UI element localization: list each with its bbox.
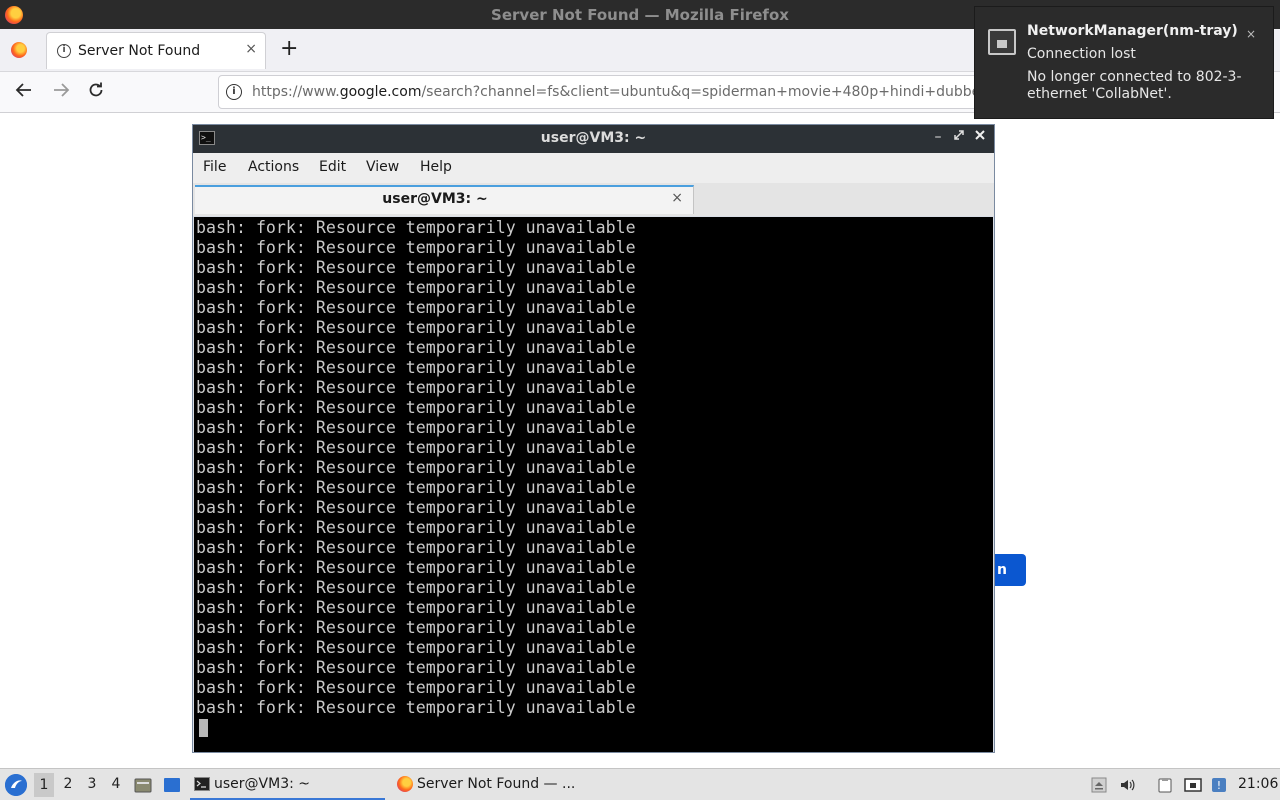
close-icon [975,130,985,140]
forward-button[interactable] [50,81,72,104]
arrow-right-icon [54,83,70,97]
terminal-line: bash: fork: Resource temporarily unavail… [196,558,636,577]
url-bar[interactable]: i https://www.google.com/search?channel=… [218,75,998,109]
menu-actions[interactable]: Actions [248,159,299,175]
notification-body: No longer connected to 802-3-ethernet 'C… [1027,69,1242,102]
tab-server-not-found[interactable]: i Server Not Found × [46,32,266,69]
reload-icon [89,82,103,97]
terminal-tab-label: user@VM3: ~ [382,191,488,207]
terminal-line: bash: fork: Resource temporarily unavail… [196,638,636,657]
maximize-button[interactable] [951,129,967,145]
menu-help[interactable]: Help [420,159,452,175]
terminal-line: bash: fork: Resource temporarily unavail… [196,418,636,437]
terminal-line: bash: fork: Resource temporarily unavail… [196,358,636,377]
terminal-window: >_ user@VM3: ~ – File Actions Edit View … [192,124,995,753]
terminal-line: bash: fork: Resource temporarily unavail… [196,218,636,237]
clock[interactable]: 21:06 [1238,776,1278,792]
notification-close-button[interactable]: × [1246,27,1256,41]
notification-summary: Connection lost [1027,46,1136,62]
svg-text:!: ! [1217,779,1221,792]
file-manager-icon[interactable] [134,777,152,793]
info-icon: i [57,44,71,58]
terminal-icon [194,776,210,792]
taskbar-item-firefox[interactable]: Server Not Found — ... [393,769,593,800]
url-text[interactable]: https://www.google.com/search?channel=fs… [252,84,989,100]
terminal-tab-close-button[interactable]: × [671,190,683,206]
firefox-icon [397,776,413,792]
terminal-line: bash: fork: Resource temporarily unavail… [196,598,636,617]
tab-label: Server Not Found [78,43,201,59]
terminal-line: bash: fork: Resource temporarily unavail… [196,458,636,477]
notification-popup[interactable]: NetworkManager(nm-tray) × Connection los… [974,6,1274,119]
terminal-line: bash: fork: Resource temporarily unavail… [196,238,636,257]
terminal-titlebar: >_ user@VM3: ~ – [193,125,994,153]
show-desktop-icon[interactable] [163,777,181,793]
minimize-button[interactable]: – [930,129,946,145]
info-icon[interactable]: i [226,84,242,100]
terminal-line: bash: fork: Resource temporarily unavail… [196,578,636,597]
maximize-icon [954,130,964,140]
terminal-line: bash: fork: Resource temporarily unavail… [196,518,636,537]
terminal-line: bash: fork: Resource temporarily unavail… [196,618,636,637]
terminal-cursor [199,719,208,737]
terminal-line: bash: fork: Resource temporarily unavail… [196,698,636,717]
terminal-title: user@VM3: ~ [540,130,647,146]
terminal-tab[interactable]: user@VM3: ~ × [195,185,694,214]
volume-icon[interactable] [1119,777,1135,793]
lxqt-start-icon [5,774,27,796]
terminal-line: bash: fork: Resource temporarily unavail… [196,378,636,397]
network-icon[interactable] [1184,777,1202,793]
terminal-line: bash: fork: Resource temporarily unavail… [196,298,636,317]
menu-view[interactable]: View [366,159,399,175]
workspace-2[interactable]: 2 [58,776,78,792]
arrow-left-icon [15,83,31,97]
firefox-menu-icon[interactable] [11,42,27,58]
workspace-4[interactable]: 4 [106,776,126,792]
workspace-1[interactable]: 1 [34,773,54,797]
update-notifier-icon[interactable]: ! [1211,777,1227,793]
close-button[interactable] [972,129,988,145]
taskbar-item-label: user@VM3: ~ [214,776,310,792]
notification-app-name: NetworkManager(nm-tray) [1027,23,1238,39]
terminal-line: bash: fork: Resource temporarily unavail… [196,658,636,677]
taskbar: 1 2 3 4 user@VM3: ~ Server Not Found — .… [0,768,1280,800]
network-icon [988,29,1016,55]
start-menu-button[interactable] [5,774,27,796]
terminal-line: bash: fork: Resource temporarily unavail… [196,678,636,697]
menu-file[interactable]: File [203,159,226,175]
terminal-prompt-line [194,718,993,742]
terminal-line: bash: fork: Resource temporarily unavail… [196,538,636,557]
terminal-menubar: File Actions Edit View Help [193,153,994,183]
taskbar-item-terminal[interactable]: user@VM3: ~ [190,769,385,800]
clipboard-icon[interactable] [1157,777,1173,793]
menu-edit[interactable]: Edit [319,159,346,175]
terminal-line: bash: fork: Resource temporarily unavail… [196,338,636,357]
terminal-line: bash: fork: Resource temporarily unavail… [196,438,636,457]
terminal-line: bash: fork: Resource temporarily unavail… [196,478,636,497]
taskbar-item-label: Server Not Found — ... [417,776,576,792]
terminal-line: bash: fork: Resource temporarily unavail… [196,278,636,297]
terminal-line: bash: fork: Resource temporarily unavail… [196,318,636,337]
back-button[interactable] [13,81,35,104]
google-search-button[interactable]: n [994,554,1026,586]
tab-close-button[interactable]: × [245,41,257,57]
terminal-tabbar: user@VM3: ~ × [193,183,994,216]
workspace-3[interactable]: 3 [82,776,102,792]
terminal-line: bash: fork: Resource temporarily unavail… [196,398,636,417]
terminal-output[interactable]: bash: fork: Resource temporarily unavail… [194,217,993,752]
terminal-line: bash: fork: Resource temporarily unavail… [196,498,636,517]
reload-button[interactable] [85,81,107,104]
eject-icon[interactable] [1091,777,1107,793]
new-tab-button[interactable]: + [280,37,298,61]
terminal-line: bash: fork: Resource temporarily unavail… [196,258,636,277]
